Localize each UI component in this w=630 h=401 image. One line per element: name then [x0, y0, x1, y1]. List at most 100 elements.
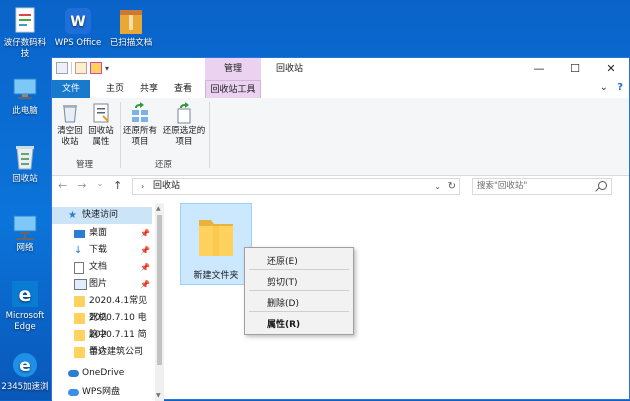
nav-buttons: ← → ⌄ ↑ — [58, 179, 122, 192]
restore-all-label: 还原所有项目 — [122, 126, 157, 147]
desktop-icon-edge[interactable]: e Microsoft Edge — [0, 279, 50, 333]
nav-label: 晋达建筑公司 — [89, 347, 144, 357]
desktop-icon-2345[interactable]: e 2345加速浏 — [0, 350, 50, 393]
folder-icon — [74, 330, 85, 341]
forward-arrow-icon[interactable]: → — [77, 179, 86, 192]
desktop-icon-recycle[interactable]: 回收站 — [0, 142, 50, 185]
menu-item-properties[interactable]: 属性(R) — [267, 317, 300, 330]
menu-item-restore[interactable]: 还原(E) — [267, 254, 298, 267]
address-bar-row: ← → ⌄ ↑ › 回收站 ⌄ ↻ 搜索"回收站" — [52, 176, 629, 198]
tab-view[interactable]: 查看 — [166, 80, 200, 98]
address-dropdown-icon[interactable]: ⌄ — [434, 179, 441, 194]
search-input[interactable]: 搜索"回收站" — [472, 178, 612, 195]
restore-all-icon — [129, 102, 151, 124]
folder-item[interactable]: 新建文件夹 — [180, 203, 252, 285]
recycle-bin-icon — [10, 142, 40, 172]
help-button[interactable]: ? — [617, 82, 623, 93]
search-placeholder: 搜索"回收站" — [477, 181, 528, 191]
svg-text:e: e — [19, 356, 31, 376]
edge-icon: e — [10, 279, 40, 309]
nav-wps-cloud[interactable]: WPS网盘 — [52, 384, 152, 401]
bin-properties-button[interactable]: 回收站属性 — [86, 102, 116, 148]
desktop-icon-scanned[interactable]: 已扫描文档 — [106, 6, 156, 49]
nav-onedrive[interactable]: OneDrive — [52, 365, 152, 382]
group-label-restore: 还原 — [155, 160, 173, 170]
tab-share[interactable]: 共享 — [132, 80, 166, 98]
scroll-down-icon[interactable]: ▼ — [156, 392, 161, 399]
tab-recycle-tools[interactable]: 回收站工具 — [205, 80, 261, 98]
menu-divider — [249, 290, 349, 291]
scroll-thumb[interactable] — [157, 215, 162, 365]
ie-icon: e — [10, 350, 40, 380]
desktop-icon-label: 回收站 — [12, 174, 38, 184]
new-folder-qat-icon[interactable] — [90, 62, 102, 74]
maximize-button[interactable]: ☐ — [557, 58, 593, 80]
context-menu: 还原(E) 剪切(T) 删除(D) 属性(R) — [244, 247, 354, 335]
restore-selected-button[interactable]: 还原选定的项目 — [162, 102, 206, 148]
desktop-icon-label: 波仔数码科技 — [3, 38, 47, 59]
close-button[interactable]: ✕ — [593, 58, 629, 80]
document-icon — [10, 6, 40, 36]
empty-bin-button[interactable]: 清空回收站 — [54, 102, 86, 148]
nav-item-folder[interactable]: 2020.7.10 电脑中 — [52, 310, 152, 340]
scroll-up-icon[interactable]: ▲ — [156, 205, 161, 212]
nav-label: 图片 — [89, 279, 108, 289]
wps-icon: W — [63, 6, 93, 36]
desktop-icon-label: WPS Office — [54, 38, 102, 48]
empty-bin-label: 清空回收站 — [57, 126, 83, 147]
address-bar[interactable]: › 回收站 ⌄ ↻ — [132, 178, 460, 195]
desktop-icon-wps[interactable]: W WPS Office — [53, 6, 103, 49]
ribbon-separator — [209, 102, 210, 168]
restore-selected-label: 还原选定的项目 — [162, 126, 206, 147]
nav-label: WPS网盘 — [82, 387, 121, 397]
nav-label: OneDrive — [82, 368, 125, 378]
collapse-ribbon-icon[interactable]: ⌄ — [600, 82, 608, 93]
nav-item-folder[interactable]: 2020.7.11 简单介 — [52, 327, 152, 357]
desktop-icon-label: 已扫描文档 — [109, 38, 153, 48]
restore-all-button[interactable]: 还原所有项目 — [122, 102, 158, 148]
nav-item-downloads[interactable]: ↓ 下载 📌 — [52, 242, 152, 259]
desktop-icon-bozi[interactable]: 波仔数码科技 — [0, 6, 50, 60]
folder-icon — [74, 313, 85, 324]
context-tab-manage[interactable]: 管理 — [205, 58, 261, 80]
pin-icon: 📌 — [140, 263, 150, 272]
tab-file[interactable]: 文件 — [52, 80, 90, 98]
folder-label: 新建文件夹 — [193, 271, 239, 281]
picture-icon — [74, 279, 87, 290]
desktop-icon-label: 此电脑 — [12, 106, 38, 116]
nav-quick-access[interactable]: ★ 快速访问 — [52, 207, 152, 224]
desktop-icon-computer[interactable]: 此电脑 — [0, 74, 50, 117]
qat-dropdown-icon[interactable]: ▾ — [105, 64, 109, 73]
tab-home[interactable]: 主页 — [98, 80, 132, 98]
address-path: 回收站 — [153, 181, 181, 191]
menu-item-cut[interactable]: 剪切(T) — [267, 275, 298, 288]
properties-qat-icon[interactable] — [56, 62, 68, 74]
group-label-manage: 管理 — [76, 160, 94, 170]
svg-text:e: e — [19, 284, 32, 306]
menu-item-delete[interactable]: 删除(D) — [267, 296, 299, 309]
nav-item-pictures[interactable]: 图片 📌 — [52, 276, 152, 293]
desktop-icon-label: 2345加速浏 — [1, 382, 49, 392]
nav-item-documents[interactable]: 文档 📌 — [52, 259, 152, 276]
bin-properties-label: 回收站属性 — [88, 126, 114, 147]
nav-item-folder[interactable]: 晋达建筑公司 — [52, 344, 152, 361]
ribbon-tabs: 文件 主页 共享 查看 回收站工具 ⌄ ? — [52, 80, 629, 99]
title-bar[interactable]: ▾ 管理 回收站 — ☐ ✕ — [52, 58, 629, 80]
ribbon-controls: ⌄ ? — [600, 82, 623, 93]
refresh-icon[interactable]: ↻ — [448, 179, 456, 194]
window-controls: — ☐ ✕ — [521, 58, 629, 80]
nav-item-folder[interactable]: 2020.4.1常见死机 — [52, 293, 152, 323]
recent-dropdown-icon[interactable]: ⌄ — [96, 179, 103, 192]
up-arrow-icon[interactable]: ↑ — [113, 179, 122, 192]
back-arrow-icon[interactable]: ← — [58, 179, 67, 192]
explorer-window: ▾ 管理 回收站 — ☐ ✕ 文件 主页 共享 查看 回收站工具 ⌄ ? 清空回… — [51, 57, 630, 401]
quick-access-toolbar: ▾ — [56, 62, 109, 74]
nav-item-desktop[interactable]: 桌面 📌 — [52, 225, 152, 242]
desktop-icon-network[interactable]: 网络 — [0, 211, 50, 254]
folder-icon — [195, 212, 237, 260]
nav-scrollbar[interactable]: ▲ ▼ — [155, 203, 164, 401]
checklist-qat-icon[interactable] — [75, 62, 87, 74]
minimize-button[interactable]: — — [521, 58, 557, 80]
star-icon: ★ — [68, 210, 77, 221]
empty-bin-icon — [59, 102, 81, 124]
